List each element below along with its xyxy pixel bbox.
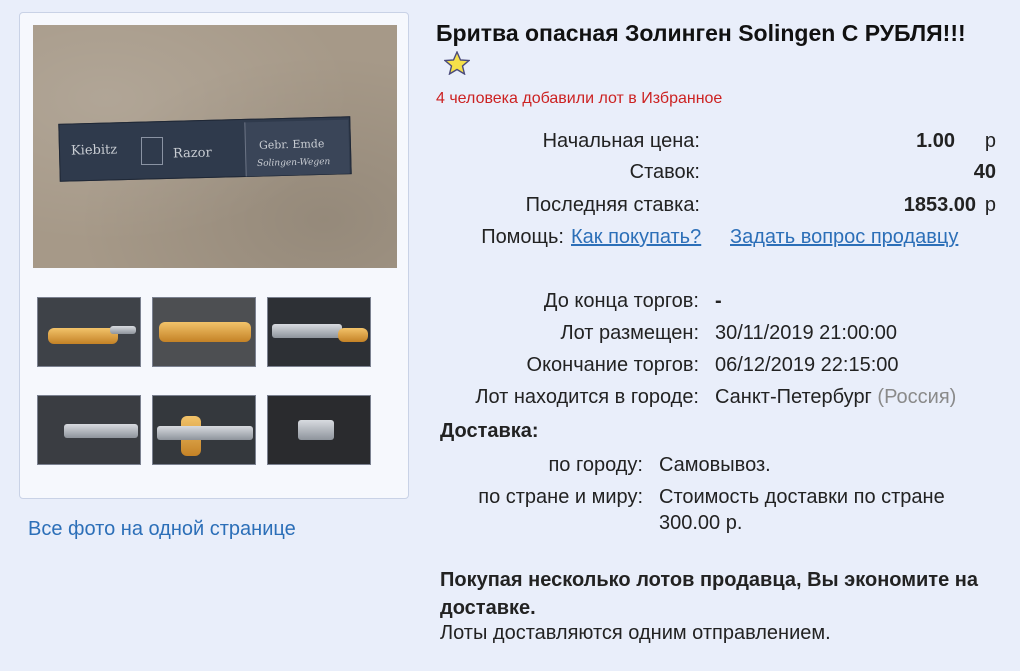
box-text-kiebitz: Kiebitz [70,142,118,159]
delivery-heading: Доставка: [440,420,539,442]
start-price-label: Начальная цена: [542,130,700,152]
delivery-country-value-line2: 300.00 р. [659,512,743,534]
delivery-city-label: по городу: [548,454,643,476]
country-name: (Россия) [877,386,957,408]
city-value: Санкт-Петербург (Россия) [715,384,956,410]
box-text-city: Solingen-Wegen [256,157,331,169]
start-price-value: 1.00 [916,130,955,152]
photo-gallery: Kiebitz Razor Gebr. Emde Solingen-Wegen [19,12,409,499]
lot-title: Бритва опасная Золинген Solingen С РУБЛЯ… [436,17,976,81]
end-value: 06/12/2019 22:15:00 [715,354,899,376]
bids-label: Ставок: [629,161,700,183]
start-price-currency: р [984,130,996,152]
delivery-country-value-line1: Стоимость доставки по стране [659,486,945,508]
main-photo[interactable]: Kiebitz Razor Gebr. Emde Solingen-Wegen [33,25,397,268]
delivery-city-value: Самовывоз. [659,454,771,476]
thumbnail-2[interactable] [152,297,256,367]
favorites-count-note: 4 человека добавили лот в Избранное [436,90,723,107]
thumbnail-5[interactable] [152,395,256,465]
favorite-star-icon[interactable] [444,51,470,75]
ask-seller-link[interactable]: Задать вопрос продавцу [730,224,958,250]
combined-shipping-note: Лоты доставляются одним отправлением. [440,622,831,644]
multi-lot-promo: Покупая несколько лотов продавца, Вы эко… [440,569,978,619]
ends-in-value: - [715,290,722,312]
last-bid-currency: р [984,194,996,216]
all-photos-link[interactable]: Все фото на одной странице [28,518,296,541]
help-label: Помощь: [481,226,564,248]
lot-title-text: Бритва опасная Золинген Solingen С РУБЛЯ… [436,20,966,46]
box-text-razor: Razor [172,145,212,162]
posted-value: 30/11/2019 21:00:00 [715,322,898,344]
thumbnail-6[interactable] [267,395,371,465]
box-crest [141,137,163,165]
bids-value: 40 [973,161,996,183]
thumbnail-3[interactable] [267,297,371,367]
city-label: Лот находится в городе: [475,386,699,408]
thumbnail-4[interactable] [37,395,141,465]
last-bid-value: 1853.00 [903,194,976,216]
thumbnail-1[interactable] [37,297,141,367]
box-text-maker: Gebr. Emde [258,137,325,152]
posted-label: Лот размещен: [560,322,699,344]
end-label: Окончание торгов: [526,354,699,376]
how-to-buy-link[interactable]: Как покупать? [571,224,701,250]
last-bid-label: Последняя ставка: [525,194,700,216]
ends-in-label: До конца торгов: [543,290,699,312]
lot-page: Kiebitz Razor Gebr. Emde Solingen-Wegen [0,0,1020,671]
city-name: Санкт-Петербург [715,386,872,408]
delivery-country-label: по стране и миру: [478,486,643,508]
